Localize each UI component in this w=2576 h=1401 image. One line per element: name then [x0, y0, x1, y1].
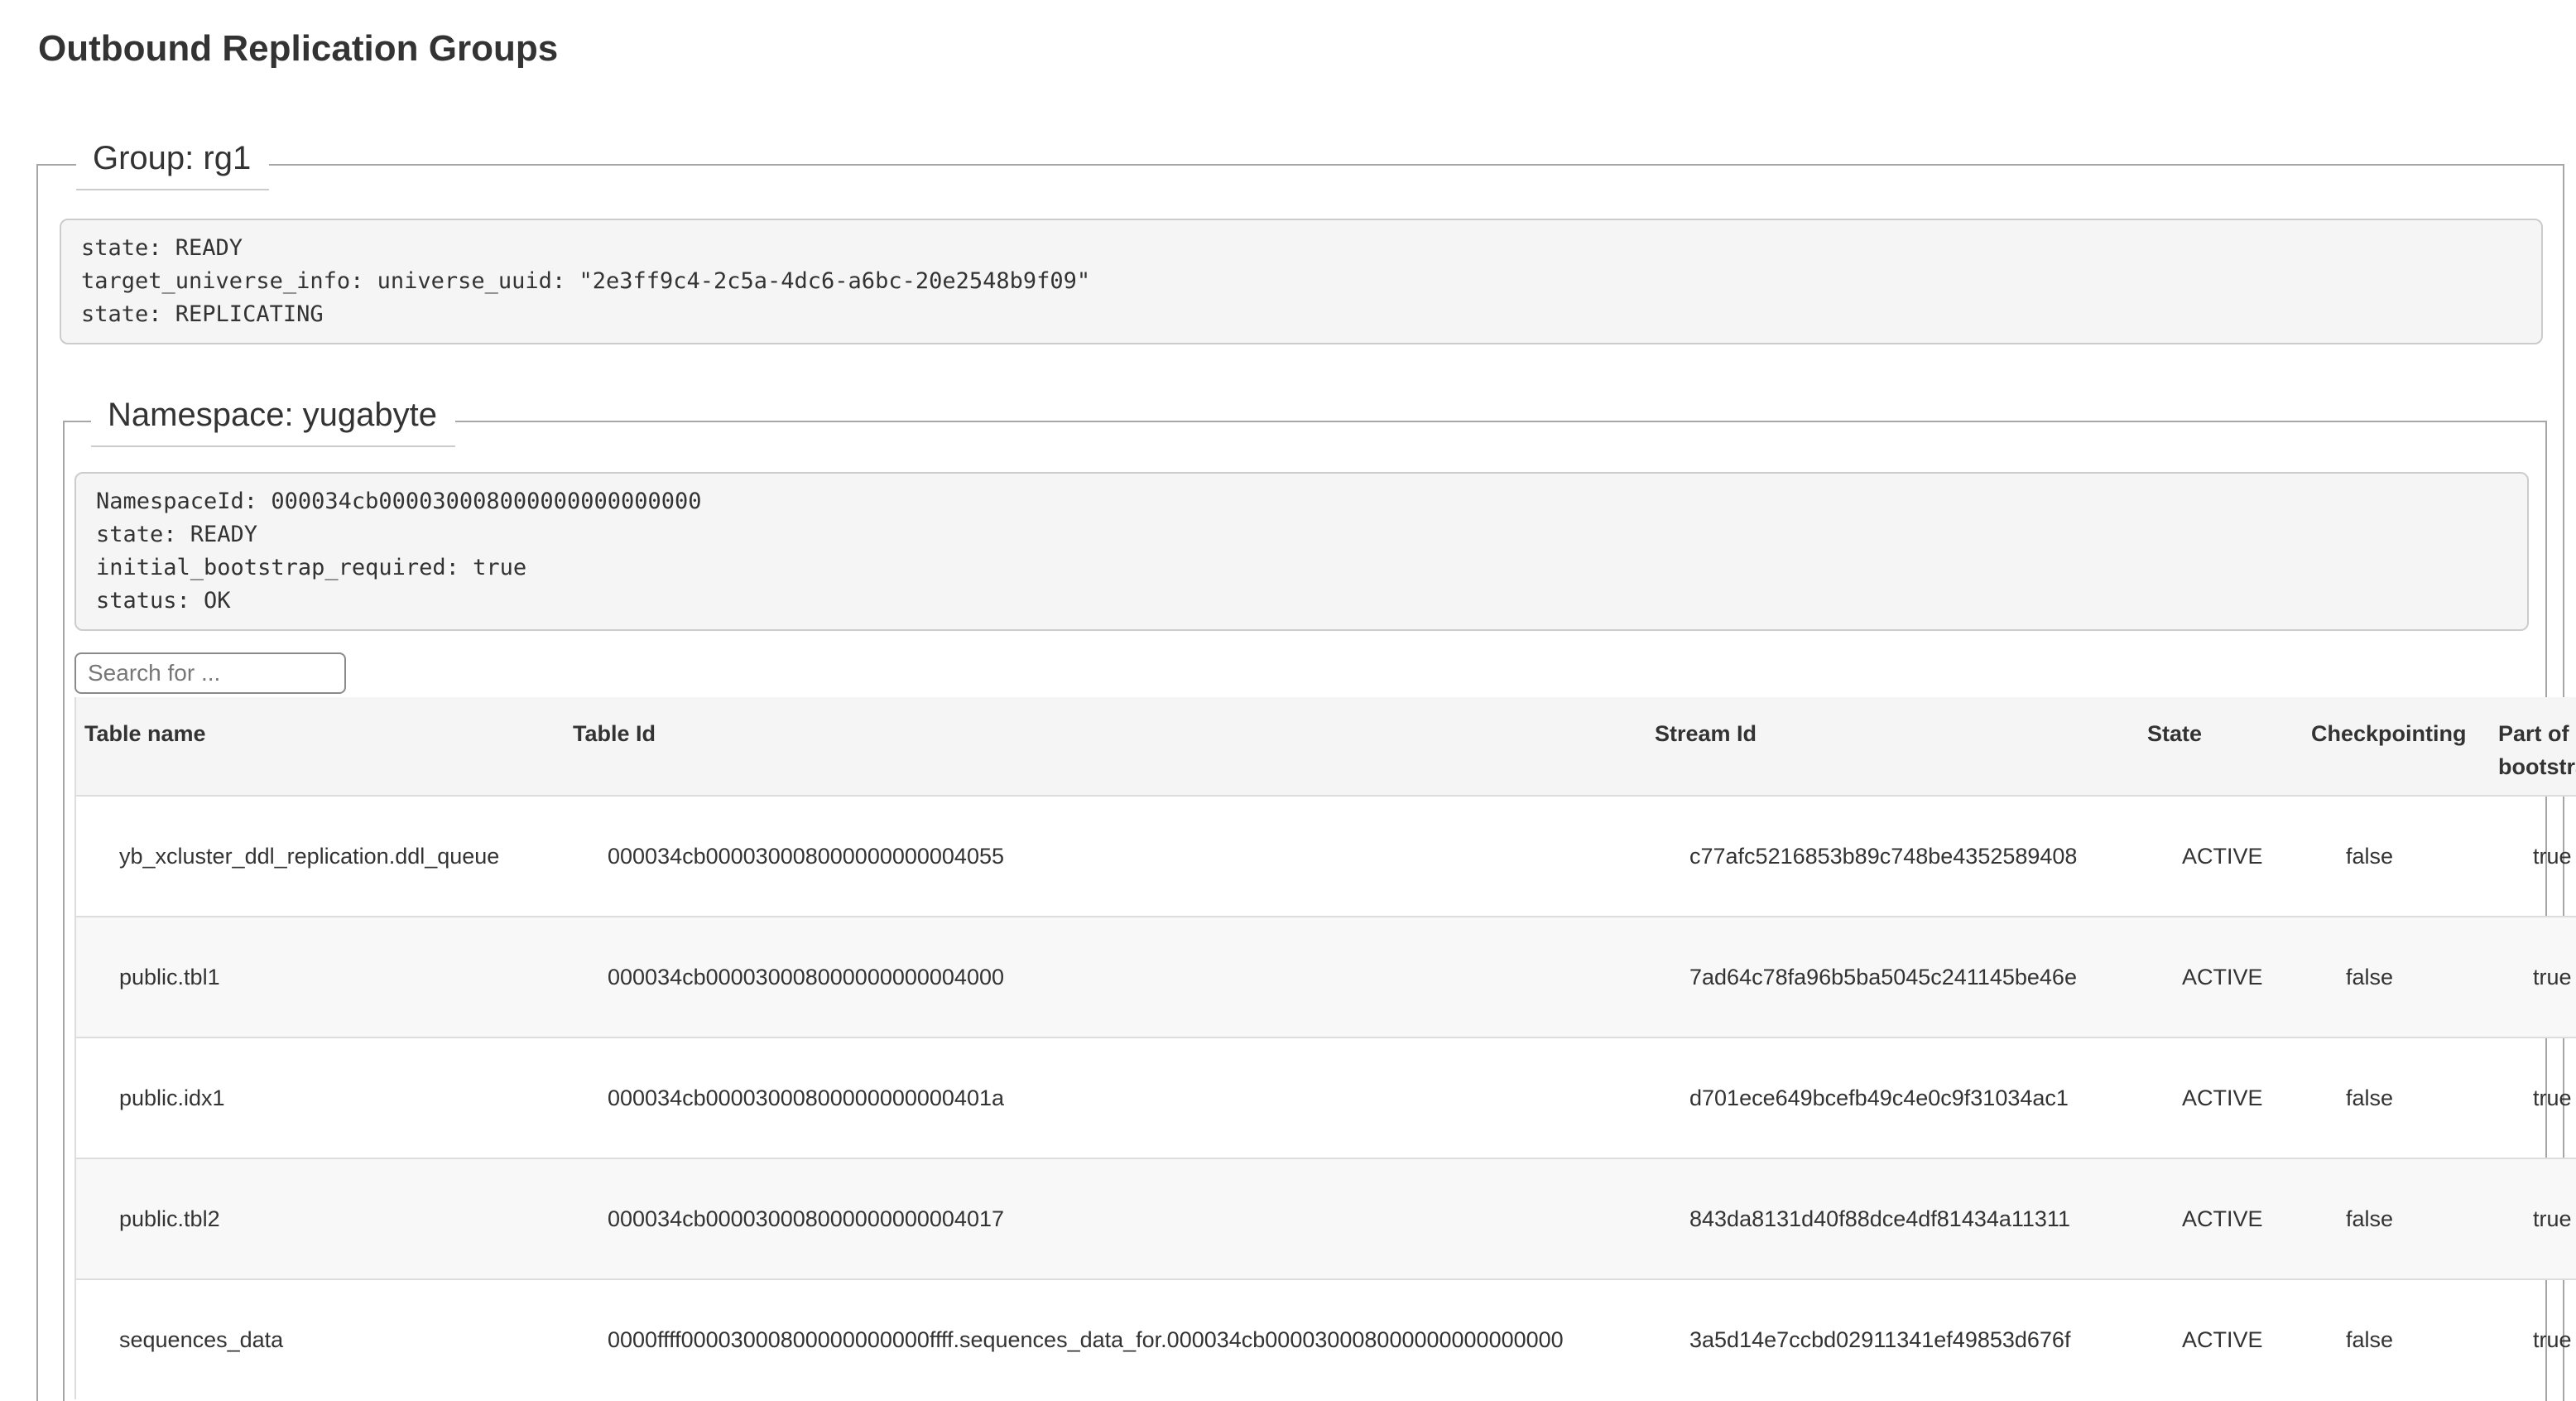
replication-group-legend: Group: rg1 [76, 139, 269, 190]
outbound-replication-page: Outbound Replication Groups Group: rg1 s… [0, 0, 2576, 1401]
cell-checkpointing: false [2303, 796, 2490, 917]
cell-part-of-initial-bootstrap: true [2490, 1279, 2576, 1399]
cell-table-id: 000034cb00003000800000000000401a [565, 1038, 1646, 1158]
table-search [74, 652, 2545, 694]
cell-stream-id: 3a5d14e7ccbd02911341ef49853d676f [1646, 1279, 2139, 1399]
cell-state: ACTIVE [2139, 917, 2303, 1038]
cell-table-id: 000034cb000030008000000000004017 [565, 1158, 1646, 1279]
column-header-state: State [2139, 697, 2303, 796]
cell-table-name: yb_xcluster_ddl_replication.ddl_queue [75, 796, 565, 917]
cell-checkpointing: false [2303, 1158, 2490, 1279]
cell-stream-id: c77afc5216853b89c748be4352589408 [1646, 796, 2139, 917]
cell-table-name: public.tbl1 [75, 917, 565, 1038]
table-row: public.tbl2000034cb000030008000000000004… [75, 1158, 2576, 1279]
table-row: sequences_data0000ffff000030008000000000… [75, 1279, 2576, 1399]
table-row: public.tbl1000034cb000030008000000000004… [75, 917, 2576, 1038]
cell-state: ACTIVE [2139, 1158, 2303, 1279]
column-header-table-id: Table Id [565, 697, 1646, 796]
cell-stream-id: d701ece649bcefb49c4e0c9f31034ac1 [1646, 1038, 2139, 1158]
namespace-info: NamespaceId: 000034cb0000300080000000000… [74, 472, 2529, 631]
page-title: Outbound Replication Groups [38, 28, 2576, 70]
column-header-checkpointing: Checkpointing [2303, 697, 2490, 796]
cell-stream-id: 7ad64c78fa96b5ba5045c241145be46e [1646, 917, 2139, 1038]
namespace-fieldset: Namespace: yugabyte NamespaceId: 000034c… [63, 396, 2547, 1401]
table-row: yb_xcluster_ddl_replication.ddl_queue000… [75, 796, 2576, 917]
group-state-info: state: READY target_universe_info: unive… [60, 219, 2543, 344]
cell-state: ACTIVE [2139, 1279, 2303, 1399]
table-row: public.idx1000034cb000030008000000000004… [75, 1038, 2576, 1158]
cell-part-of-initial-bootstrap: true [2490, 917, 2576, 1038]
table-body: yb_xcluster_ddl_replication.ddl_queue000… [75, 796, 2576, 1399]
cell-checkpointing: false [2303, 917, 2490, 1038]
cell-state: ACTIVE [2139, 796, 2303, 917]
column-header-table-name: Table name [75, 697, 565, 796]
search-input[interactable] [74, 652, 346, 694]
tables-table: Table name Table Id Stream Id State Chec… [74, 697, 2576, 1399]
cell-table-name: public.tbl2 [75, 1158, 565, 1279]
cell-table-id: 000034cb000030008000000000004055 [565, 796, 1646, 917]
cell-state: ACTIVE [2139, 1038, 2303, 1158]
cell-table-name: public.idx1 [75, 1038, 565, 1158]
table-header: Table name Table Id Stream Id State Chec… [75, 697, 2576, 796]
namespace-legend: Namespace: yugabyte [91, 396, 455, 447]
cell-checkpointing: false [2303, 1038, 2490, 1158]
cell-part-of-initial-bootstrap: true [2490, 1038, 2576, 1158]
replication-group-fieldset: Group: rg1 state: READY target_universe_… [36, 139, 2564, 1401]
cell-part-of-initial-bootstrap: true [2490, 796, 2576, 917]
cell-part-of-initial-bootstrap: true [2490, 1158, 2576, 1279]
cell-checkpointing: false [2303, 1279, 2490, 1399]
cell-table-name: sequences_data [75, 1279, 565, 1399]
column-header-part-of-initial-bootstrap: Part of initial bootstrap [2490, 697, 2576, 796]
cell-stream-id: 843da8131d40f88dce4df81434a11311 [1646, 1158, 2139, 1279]
column-header-stream-id: Stream Id [1646, 697, 2139, 796]
cell-table-id: 0000ffff00003000800000000000ffff.sequenc… [565, 1279, 1646, 1399]
cell-table-id: 000034cb000030008000000000004000 [565, 917, 1646, 1038]
